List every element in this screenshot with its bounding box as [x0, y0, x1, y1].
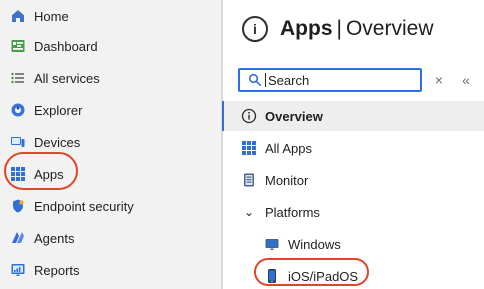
page-title-primary: Apps [280, 17, 333, 40]
close-icon[interactable]: × [431, 68, 447, 92]
chevron-down-icon: ⌄ [243, 205, 255, 219]
nav-item-label: Apps [34, 166, 64, 182]
section-item-label: Platforms [265, 204, 320, 220]
monitor-icon [241, 172, 257, 188]
section-item-platforms[interactable]: ⌄ Platforms [222, 197, 484, 227]
nav-item-dashboard[interactable]: Dashboard [10, 30, 210, 62]
home-icon [10, 8, 26, 24]
explorer-icon [10, 102, 26, 118]
search-icon [248, 73, 262, 87]
nav-item-label: All services [34, 70, 100, 86]
nav-item-all-services[interactable]: All services [10, 62, 210, 94]
section-item-overview[interactable]: Overview [222, 101, 484, 131]
active-indicator [222, 101, 224, 131]
apps-grid-icon [241, 140, 257, 156]
section-item-label: Overview [265, 108, 323, 124]
reports-icon [10, 262, 26, 278]
nav-item-label: Home [34, 8, 69, 24]
section-item-monitor[interactable]: Monitor [222, 165, 484, 195]
nav-item-apps[interactable]: Apps [10, 158, 210, 190]
page-header: i Apps | Overview [242, 12, 434, 46]
nav-item-agents[interactable]: Agents [10, 222, 210, 254]
apps-grid-icon [10, 166, 26, 182]
double-chevron-left-icon[interactable]: « [458, 68, 474, 92]
nav-item-endpoint-security[interactable]: Endpoint security [10, 190, 210, 222]
section-item-all-apps[interactable]: All Apps [222, 133, 484, 163]
nav-item-label: Explorer [34, 102, 83, 118]
section-item-label: All Apps [265, 140, 312, 156]
app-screen: Home Dashboard All services Explorer Dev… [0, 0, 484, 289]
nav-item-label: Reports [34, 262, 80, 278]
list-icon [10, 70, 26, 86]
nav-item-explorer[interactable]: Explorer [10, 94, 210, 126]
text-cursor [265, 73, 266, 87]
devices-icon [10, 134, 26, 150]
section-navigation: Overview All Apps Monitor ⌄ Platforms Wi… [222, 101, 484, 289]
page-title-secondary: Overview [345, 17, 434, 40]
nav-item-label: Agents [34, 230, 75, 246]
nav-item-label: Endpoint security [34, 198, 134, 214]
section-item-label: Windows [288, 236, 341, 252]
section-item-ios-ipados[interactable]: iOS/iPadOS [222, 261, 484, 289]
search-box[interactable] [238, 68, 422, 92]
section-item-windows[interactable]: Windows [222, 229, 484, 259]
page-title-separator: | [336, 17, 342, 40]
agents-icon [10, 230, 26, 246]
dashboard-icon [10, 38, 26, 54]
nav-item-label: Dashboard [34, 38, 98, 54]
nav-item-devices[interactable]: Devices [10, 126, 210, 158]
info-icon [241, 108, 257, 124]
mobile-device-icon [264, 268, 280, 284]
windows-icon [264, 236, 280, 252]
main-content: i Apps | Overview × « [222, 0, 484, 289]
nav-item-home[interactable]: Home [10, 0, 210, 32]
shield-icon [10, 198, 26, 214]
left-navigation: Home Dashboard All services Explorer Dev… [0, 0, 222, 289]
info-icon: i [242, 16, 268, 42]
page-title: Apps | Overview [280, 17, 434, 41]
nav-item-reports[interactable]: Reports [10, 254, 210, 286]
section-item-label: iOS/iPadOS [288, 268, 359, 284]
nav-item-label: Devices [34, 134, 81, 150]
section-item-label: Monitor [265, 172, 309, 188]
search-input[interactable] [268, 72, 408, 88]
